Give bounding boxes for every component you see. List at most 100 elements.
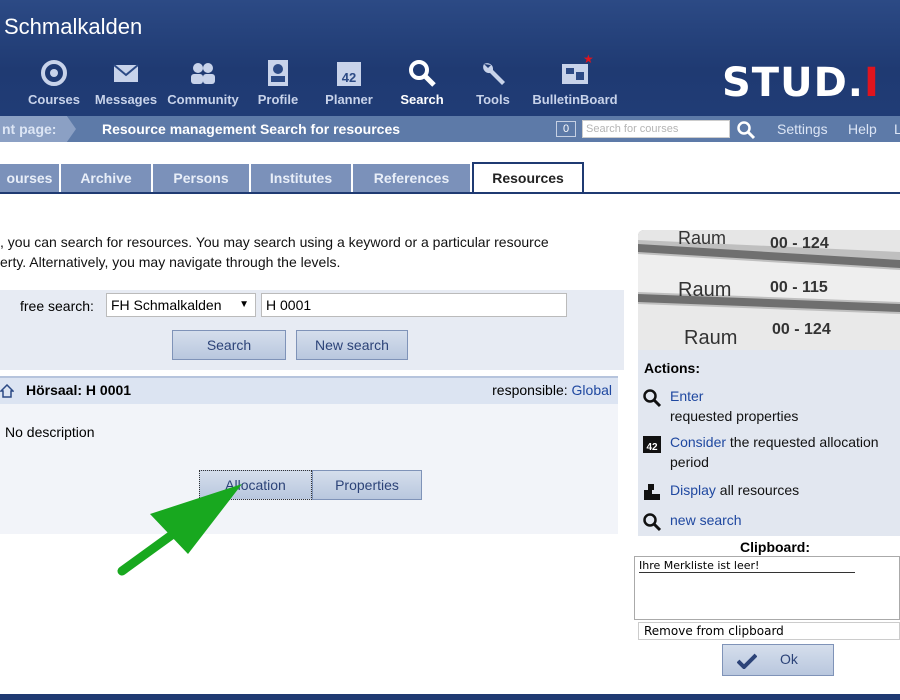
search-icon	[643, 389, 662, 408]
logo-text: STUD.	[722, 60, 864, 106]
actions-title: Actions:	[644, 360, 700, 376]
search-button[interactable]: Search	[172, 330, 286, 360]
nav-bulletinboard-label: BulletinBoard	[532, 92, 618, 107]
clipboard-title: Clipboard:	[740, 539, 810, 555]
studip-logo: STUD.I	[722, 60, 880, 106]
courses-icon	[41, 60, 67, 86]
settings-link[interactable]: Settings	[777, 116, 828, 142]
site-title: Schmalkalden	[4, 14, 143, 39]
svg-text:42: 42	[342, 70, 356, 85]
nav-tools[interactable]: Tools	[453, 58, 533, 107]
photo-word-1: Raum	[678, 230, 726, 248]
chevron-down-icon: ▼	[239, 299, 249, 310]
action-display: Display all resources	[642, 480, 898, 502]
clipboard-action-select[interactable]: Remove from clipboard	[638, 622, 900, 640]
free-search-label: free search:	[20, 298, 94, 314]
responsible-link[interactable]: Global	[572, 382, 612, 398]
room-sign-image: Raum 00 - 124 Raum 00 - 115 Raum 00 - 12…	[638, 230, 900, 350]
envelope-icon	[113, 64, 139, 82]
intro-line-2: erty. Alternatively, you may navigate th…	[0, 254, 341, 270]
svg-text:42: 42	[646, 442, 658, 453]
responsible-label: responsible:	[492, 382, 568, 398]
nav-planner[interactable]: 42 Planner	[309, 58, 389, 107]
resource-description: No description	[5, 424, 95, 440]
course-count-badge: 0	[556, 121, 576, 137]
responsible-info: responsible: Global	[492, 382, 612, 398]
photo-word-3: Raum	[684, 327, 737, 349]
action-consider: 42 Consider the requested allocation per…	[642, 432, 898, 472]
intro-text: , you can search for resources. You may …	[0, 232, 600, 272]
photo-num-1: 00 - 124	[770, 235, 829, 252]
nav-search-label: Search	[400, 92, 444, 107]
action-enter: Enter requested properties	[642, 386, 898, 426]
help-link[interactable]: Help	[848, 116, 877, 142]
calendar-icon: 42	[337, 62, 361, 86]
properties-button[interactable]: Properties	[312, 470, 422, 500]
display-text: all resources	[719, 482, 800, 498]
tab-archive[interactable]: Archive	[61, 164, 152, 192]
nav-courses-label: Courses	[27, 92, 81, 107]
people-icon	[191, 63, 215, 84]
checkmark-icon	[737, 653, 757, 669]
tab-references[interactable]: References	[353, 164, 471, 192]
intro-line-1: , you can search for resources. You may …	[0, 234, 549, 250]
tab-institutes[interactable]: Institutes	[251, 164, 352, 192]
search-icon	[643, 513, 662, 532]
clipboard-list[interactable]: Ihre Merkliste ist leer!	[634, 556, 900, 620]
logo-letter: I	[863, 60, 880, 106]
sidebar: Raum 00 - 124 Raum 00 - 115 Raum 00 - 12…	[638, 230, 900, 536]
nav-profile-label: Profile	[257, 92, 299, 107]
nav-tools-label: Tools	[476, 92, 510, 107]
enter-text: requested properties	[670, 408, 799, 424]
scope-select[interactable]: FH Schmalkalden ▼	[106, 293, 256, 317]
calendar-icon: 42	[643, 436, 661, 453]
nav-search[interactable]: Search	[382, 58, 462, 107]
search-form: free search: FH Schmalkalden ▼ Search Ne…	[0, 290, 624, 370]
annotation-arrow	[117, 484, 242, 576]
resource-title: Hörsaal: H 0001	[26, 382, 132, 398]
nav-planner-label: Planner	[325, 92, 373, 107]
action-new-search: new search	[642, 510, 898, 532]
logout-link[interactable]: L	[894, 116, 900, 142]
nav-community[interactable]: Community	[163, 58, 243, 107]
new-search-link[interactable]: new search	[670, 512, 742, 528]
nav-messages-label: Messages	[94, 92, 158, 107]
current-page-label: nt page:	[0, 116, 76, 142]
resources-icon	[644, 484, 660, 500]
photo-num-3: 00 - 124	[772, 321, 831, 338]
nav-community-label: Community	[167, 92, 239, 107]
enter-link[interactable]: Enter	[670, 388, 703, 404]
result-header: Hörsaal: H 0001 responsible: Global	[0, 376, 618, 404]
search-icon[interactable]	[736, 120, 756, 140]
search-icon	[409, 60, 436, 87]
room-icon	[0, 384, 14, 398]
current-page-title: Resource management Search for resources	[102, 121, 401, 137]
course-search-input[interactable]	[582, 120, 730, 138]
display-link[interactable]: Display	[670, 482, 716, 498]
scope-select-value: FH Schmalkalden	[111, 297, 222, 313]
clipboard-empty-text: Ihre Merkliste ist leer!	[639, 559, 855, 573]
notification-star-icon: ★	[583, 52, 594, 66]
footer-line	[0, 694, 900, 700]
top-header: Schmalkalden Courses Messages Community …	[0, 0, 900, 116]
tab-strip: ourses Archive Persons Institutes Refere…	[0, 142, 900, 194]
ok-button-label: Ok	[780, 651, 798, 667]
room-sign-photo: Raum 00 - 124 Raum 00 - 115 Raum 00 - 12…	[638, 230, 900, 350]
profile-icon	[268, 60, 288, 86]
tab-resources[interactable]: Resources	[472, 162, 584, 192]
nav-bulletinboard[interactable]: BulletinBoard	[530, 58, 620, 107]
tab-courses[interactable]: ourses	[0, 164, 60, 192]
tab-persons[interactable]: Persons	[153, 164, 250, 192]
nav-profile[interactable]: Profile	[238, 58, 318, 107]
wrench-icon	[483, 63, 505, 85]
new-search-button[interactable]: New search	[296, 330, 408, 360]
keyword-input[interactable]	[261, 293, 567, 317]
location-bar: nt page: Resource management Search for …	[0, 116, 900, 142]
ok-button[interactable]: Ok	[722, 644, 834, 676]
nav-messages[interactable]: Messages	[86, 58, 166, 107]
photo-word-2: Raum	[678, 279, 731, 301]
nav-courses[interactable]: Courses	[14, 58, 94, 107]
photo-num-2: 00 - 115	[770, 279, 828, 296]
consider-link[interactable]: Consider	[670, 434, 726, 450]
tab-divider	[0, 192, 900, 194]
